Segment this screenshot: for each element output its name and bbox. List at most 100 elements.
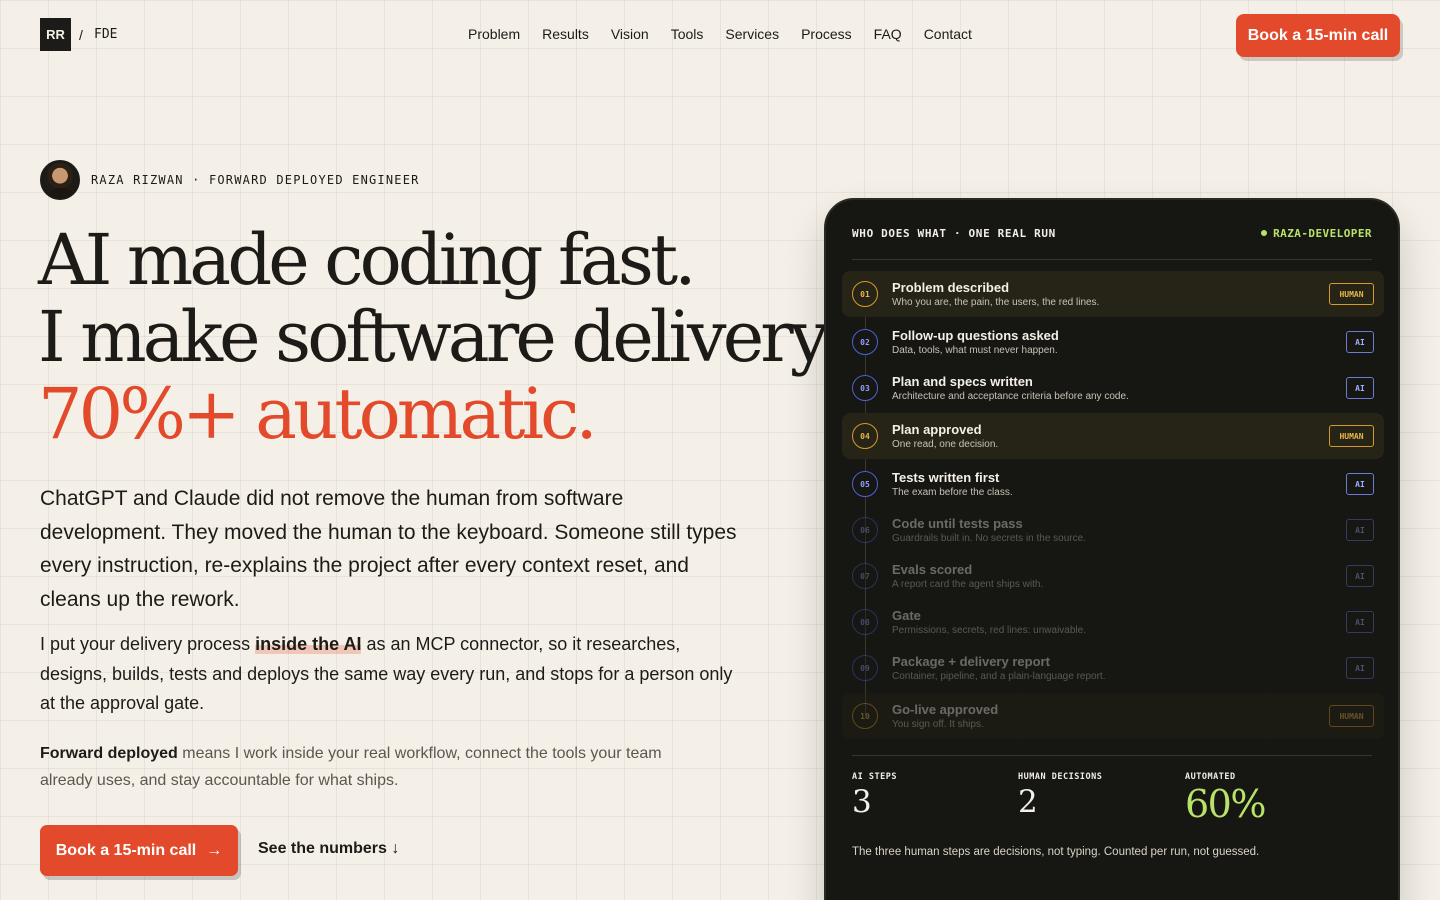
step-badge: AI: [1346, 519, 1374, 541]
logo[interactable]: RR: [40, 18, 71, 51]
step-desc: Container, pipeline, and a plain-languag…: [892, 670, 1106, 682]
hero-headline: AI made coding fast. I make software del…: [38, 219, 829, 455]
nav-link-services[interactable]: Services: [725, 26, 779, 42]
card-divider-top: [852, 259, 1372, 260]
nav-links: Problem Results Vision Tools Services Pr…: [468, 26, 972, 42]
stat-ai-steps: AI STEPS 3: [852, 772, 897, 820]
step-title: Package + delivery report: [892, 653, 1050, 669]
stat-label: AUTOMATED: [1185, 772, 1236, 782]
workflow-card: WHO DOES WHAT · ONE REAL RUN RAZA-DEVELO…: [824, 198, 1400, 900]
stat-value: 2: [1018, 784, 1038, 820]
stat-label: AI STEPS: [852, 772, 898, 782]
nav-link-results[interactable]: Results: [542, 26, 589, 42]
para2-before: I put your delivery process: [40, 634, 256, 654]
step-number: 06: [852, 517, 878, 543]
step-number: 04: [852, 423, 878, 449]
step-desc: Data, tools, what must never happen.: [892, 344, 1058, 356]
nav-link-tools[interactable]: Tools: [671, 26, 704, 42]
step-item: 03 Plan and specs written Architecture an…: [842, 365, 1384, 411]
step-title: Plan approved: [892, 421, 982, 437]
step-title: Go-live approved: [892, 701, 999, 717]
step-title: Code until tests pass: [892, 515, 1023, 531]
step-list: 01 Problem described Who you are, the pai…: [842, 271, 1384, 739]
step-desc: Architecture and acceptance criteria bef…: [892, 390, 1129, 402]
step-title: Evals scored: [892, 561, 973, 577]
step-badge: AI: [1346, 331, 1374, 353]
step-item: 08 Gate Permissions, secrets, red lines: …: [842, 599, 1384, 645]
para3-bold: Forward deployed: [40, 745, 178, 762]
stat-value: 3: [852, 784, 872, 820]
card-footnote: The three human steps are decisions, not…: [852, 846, 1260, 858]
avatar: [40, 160, 80, 200]
step-title: Plan and specs written: [892, 373, 1033, 389]
step-badge: AI: [1346, 377, 1374, 399]
step-item: 10 Go-live approved You sign off. It ship…: [842, 693, 1384, 739]
step-item: 01 Problem described Who you are, the pai…: [842, 271, 1384, 317]
step-item: 05 Tests written first The exam before th…: [842, 461, 1384, 507]
step-badge: AI: [1346, 473, 1374, 495]
hero-paragraph-2: I put your delivery process inside the A…: [40, 630, 740, 719]
hero-book-call-label: Book a 15-min call: [55, 841, 197, 859]
arrow-right-icon: →: [206, 841, 223, 859]
headline-line-3: 70%+ automatic.: [38, 373, 598, 455]
step-number: 03: [852, 375, 878, 401]
author-byline: RAZA RIZWAN · FORWARD DEPLOYED ENGINEER: [40, 160, 420, 200]
step-desc: One read, one decision.: [892, 438, 999, 450]
step-item: 07 Evals scored A report card the agent s…: [842, 553, 1384, 599]
nav-book-call-button[interactable]: Book a 15-min call: [1236, 14, 1400, 57]
byline-text: RAZA RIZWAN · FORWARD DEPLOYED ENGINEER: [91, 173, 420, 187]
step-badge: AI: [1346, 565, 1374, 587]
step-desc: The exam before the class.: [892, 486, 1013, 498]
card-tag-label: RAZA-DEVELOPER: [1273, 227, 1372, 240]
step-desc: A report card the agent ships with.: [892, 578, 1044, 590]
card-divider-bottom: [852, 755, 1372, 756]
step-title: Problem described: [892, 279, 1010, 295]
stat-automated: AUTOMATED 60%: [1185, 772, 1266, 826]
step-desc: Who you are, the pain, the users, the re…: [892, 296, 1100, 308]
step-number: 10: [852, 703, 878, 729]
step-badge: AI: [1346, 611, 1374, 633]
para2-highlight: inside the AI: [255, 634, 362, 654]
stat-label: HUMAN DECISIONS: [1018, 772, 1103, 782]
step-item: 04 Plan approved One read, one decision. …: [842, 413, 1384, 459]
step-desc: Permissions, secrets, red lines: unwaiva…: [892, 624, 1086, 636]
step-number: 01: [852, 281, 878, 307]
step-number: 09: [852, 655, 878, 681]
step-desc: You sign off. It ships.: [892, 718, 984, 730]
card-header: WHO DOES WHAT · ONE REAL RUN RAZA-DEVELO…: [852, 227, 1372, 243]
hero-paragraph-3: Forward deployed means I work inside you…: [40, 740, 700, 794]
hero-book-call-button[interactable]: Book a 15-min call →: [40, 825, 238, 876]
step-item: 09 Package + delivery report Container, p…: [842, 645, 1384, 691]
step-number: 07: [852, 563, 878, 589]
step-number: 02: [852, 329, 878, 355]
stat-human-decisions: HUMAN DECISIONS 2: [1018, 772, 1102, 820]
step-title: Follow-up questions asked: [892, 327, 1059, 343]
stat-value: 60%: [1185, 782, 1266, 826]
step-title: Gate: [892, 607, 921, 623]
card-title: WHO DOES WHAT · ONE REAL RUN: [852, 227, 1056, 240]
status-dot-icon: [1261, 230, 1268, 236]
step-title: Tests written first: [892, 469, 1000, 485]
step-number: 08: [852, 609, 878, 635]
step-badge: HUMAN: [1329, 283, 1374, 305]
nav-link-contact[interactable]: Contact: [924, 26, 972, 42]
step-badge: HUMAN: [1329, 705, 1374, 727]
see-numbers-link[interactable]: See the numbers ↓: [258, 840, 399, 858]
step-item: 02 Follow-up questions asked Data, tools,…: [842, 319, 1384, 365]
nav-link-faq[interactable]: FAQ: [874, 26, 902, 42]
logo-slash: /: [79, 27, 83, 43]
card-tag: RAZA-DEVELOPER: [1261, 227, 1372, 240]
top-nav: RR / FDE Problem Results Vision Tools Se…: [0, 0, 1440, 72]
headline-line-1: AI made coding fast.: [38, 219, 697, 301]
nav-link-process[interactable]: Process: [801, 26, 852, 42]
headline-line-2: I make software delivery: [38, 296, 829, 378]
nav-link-vision[interactable]: Vision: [611, 26, 649, 42]
step-desc: Guardrails built in. No secrets in the s…: [892, 532, 1086, 544]
step-item: 06 Code until tests pass Guardrails built…: [842, 507, 1384, 553]
hero-lead: ChatGPT and Claude did not remove the hu…: [40, 487, 737, 611]
step-badge: HUMAN: [1329, 425, 1374, 447]
logo-subtitle: FDE: [94, 27, 118, 42]
nav-link-problem[interactable]: Problem: [468, 26, 520, 42]
step-badge: AI: [1346, 657, 1374, 679]
step-number: 05: [852, 471, 878, 497]
